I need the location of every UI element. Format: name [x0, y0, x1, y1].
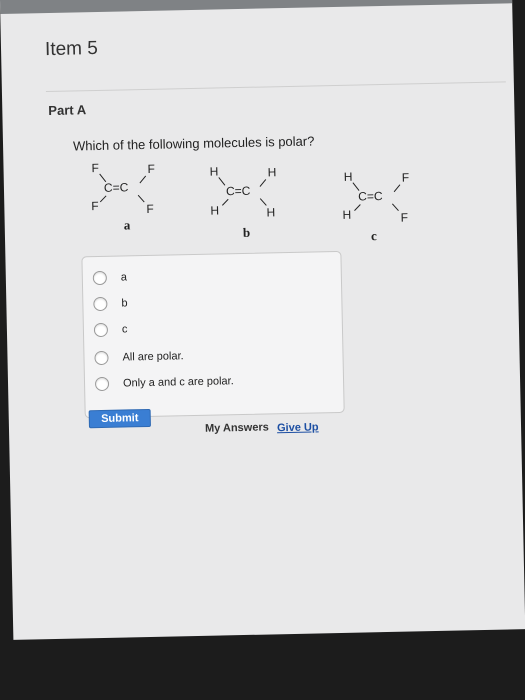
- molecule-a: F F C=C F F a: [87, 156, 209, 248]
- choice-label: b: [121, 297, 128, 310]
- choice-label: c: [121, 323, 128, 336]
- radio-button[interactable]: [94, 376, 110, 392]
- top-bar: [0, 0, 513, 14]
- atom-top-right: H: [268, 165, 277, 179]
- radio-button[interactable]: [94, 350, 109, 366]
- choice-label: All are polar.: [122, 350, 184, 364]
- submit-button[interactable]: Submit: [88, 408, 151, 429]
- molecule-c: H F C=C H F c: [339, 150, 461, 244]
- double-bond: C=C: [104, 180, 129, 195]
- my-answers-link[interactable]: My Answers: [205, 421, 269, 434]
- atom-bottom-right: H: [266, 205, 275, 219]
- atom-top-left: H: [344, 170, 353, 184]
- molecule-label: b: [243, 225, 251, 240]
- radio-button[interactable]: [93, 296, 108, 312]
- radio-button[interactable]: [92, 270, 107, 286]
- atom-top-left: H: [209, 164, 218, 178]
- choice-label: Only a and c are polar.: [122, 375, 234, 390]
- atom-bottom-right: F: [146, 202, 154, 216]
- divider: [45, 81, 506, 93]
- choice-only-a-and-c[interactable]: Only a and c are polar.: [94, 372, 234, 393]
- radio-button[interactable]: [93, 322, 109, 338]
- atom-top-right: F: [402, 170, 410, 184]
- choice-a[interactable]: a: [92, 268, 128, 287]
- choice-label: a: [120, 271, 128, 284]
- choice-b[interactable]: b: [93, 294, 128, 313]
- molecule-label: c: [371, 228, 377, 243]
- molecule-b: H H C=C H H b: [205, 153, 327, 245]
- atom-bottom-right: F: [400, 211, 408, 225]
- molecule-label: a: [124, 217, 131, 232]
- answer-choices: a b c All are polar. Only a and c are po…: [81, 250, 345, 419]
- atom-bottom-left: H: [342, 208, 351, 222]
- atom-top-right: F: [147, 162, 155, 176]
- item-title: Item 5: [44, 37, 99, 61]
- atom-bottom-left: F: [91, 199, 99, 213]
- choice-all-polar[interactable]: All are polar.: [94, 347, 184, 367]
- choice-c[interactable]: c: [93, 320, 128, 339]
- atom-bottom-left: H: [210, 203, 219, 217]
- give-up-link[interactable]: Give Up: [277, 421, 319, 434]
- double-bond: C=C: [226, 184, 251, 199]
- double-bond: C=C: [358, 189, 383, 204]
- part-title: Part A: [48, 102, 87, 119]
- question-text: Which of the following molecules is pola…: [72, 133, 315, 154]
- screen: Item 5 Part A Which of the following mol…: [0, 0, 525, 640]
- atom-top-left: F: [91, 161, 99, 175]
